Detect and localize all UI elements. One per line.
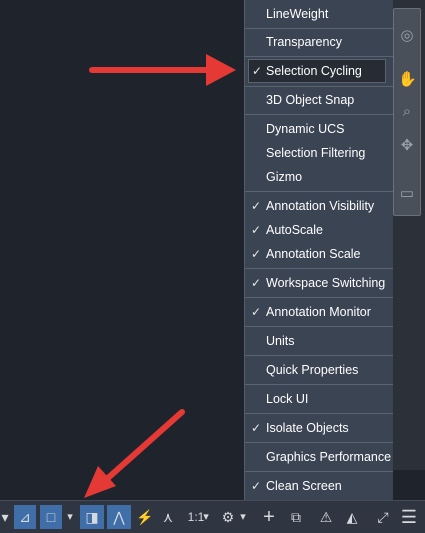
isometric-icon[interactable]: □ bbox=[40, 505, 62, 529]
arrow-to-selection-cycling bbox=[89, 54, 236, 86]
menu-separator bbox=[245, 86, 393, 87]
menu-item-clean-screen[interactable]: ✓ Clean Screen bbox=[245, 475, 393, 497]
chevron-down-icon[interactable]: ▾ bbox=[0, 505, 10, 529]
menu-separator bbox=[245, 471, 393, 472]
menu-item-annotation-visibility[interactable]: ✓ Annotation Visibility bbox=[245, 195, 393, 217]
check-icon: ✓ bbox=[251, 305, 262, 319]
clean-screen-icon[interactable]: ⤢ bbox=[371, 505, 395, 529]
menu-item-label: Lock UI bbox=[266, 392, 309, 406]
quick-properties-icon[interactable]: ⧉ bbox=[284, 505, 308, 529]
zoom-icon[interactable]: ⌕ bbox=[398, 103, 416, 121]
menu-item-graphics-performance[interactable]: Graphics Performance bbox=[245, 446, 393, 468]
menu-item-label: Clean Screen bbox=[266, 479, 342, 493]
check-icon: ✓ bbox=[252, 64, 263, 78]
menu-item-annotation-monitor[interactable]: ✓ Annotation Monitor bbox=[245, 301, 393, 323]
pan-icon[interactable]: ✋ bbox=[398, 71, 417, 89]
steering-wheel-icon[interactable]: ◎ bbox=[398, 27, 416, 45]
plus-icon[interactable]: + bbox=[257, 505, 281, 529]
menu-item-label: LineWeight bbox=[266, 7, 329, 21]
check-icon: ✓ bbox=[251, 247, 262, 261]
menu-separator bbox=[245, 413, 393, 414]
check-icon: ✓ bbox=[251, 199, 262, 213]
menu-item-transparency[interactable]: Transparency bbox=[245, 31, 393, 53]
orbit-icon[interactable]: ✥ bbox=[398, 137, 416, 155]
showmotion-icon[interactable]: ▭ bbox=[398, 185, 416, 203]
chevron-down-icon[interactable]: ▾ bbox=[201, 505, 211, 529]
menu-item-label: Graphics Performance bbox=[266, 450, 392, 464]
menu-item-label: Selection Filtering bbox=[266, 146, 366, 160]
check-icon: ✓ bbox=[251, 479, 262, 493]
menu-item-label: Units bbox=[266, 334, 295, 348]
menu-item-label: Annotation Monitor bbox=[266, 305, 371, 319]
menu-item-selection-filtering[interactable]: Selection Filtering bbox=[245, 142, 393, 164]
menu-item-isolate-objects[interactable]: ✓ Isolate Objects bbox=[245, 417, 393, 439]
check-icon: ✓ bbox=[251, 223, 262, 237]
menu-item-lock-ui[interactable]: Lock UI bbox=[245, 388, 393, 410]
menu-item-label: Transparency bbox=[266, 35, 342, 49]
autoscale-icon[interactable]: ⚡ bbox=[133, 505, 157, 529]
menu-item-label: Gizmo bbox=[266, 170, 303, 184]
menu-separator bbox=[245, 442, 393, 443]
menu-item-label: Quick Properties bbox=[266, 363, 359, 377]
menu-item-annotation-scale[interactable]: ✓ Annotation Scale bbox=[245, 243, 393, 265]
menu-item-label: Selection Cycling bbox=[266, 64, 362, 78]
menu-item-gizmo[interactable]: Gizmo bbox=[245, 166, 393, 188]
menu-separator bbox=[245, 191, 393, 192]
menu-item-label: AutoScale bbox=[266, 223, 323, 237]
status-bar: ▾ ⊿ □ ▾ ◨ ⋀ ⚡ ⋏ 1:1 ▾ ⚙ ▾ + ⧉ ⚠ ◭ ⤢ ☰ bbox=[0, 500, 425, 533]
menu-item-label: Annotation Scale bbox=[266, 247, 361, 261]
chevron-down-icon[interactable]: ▾ bbox=[64, 505, 76, 529]
isolate-icon[interactable]: ⚠ bbox=[314, 505, 338, 529]
annotation-visibility-icon[interactable]: ⋀ bbox=[107, 505, 131, 529]
menu-separator bbox=[245, 56, 393, 57]
ortho-icon[interactable]: ⊿ bbox=[14, 505, 36, 529]
menu-item-lineweight[interactable]: LineWeight bbox=[245, 3, 393, 25]
menu-separator bbox=[245, 355, 393, 356]
menu-separator bbox=[245, 326, 393, 327]
menu-item-label: 3D Object Snap bbox=[266, 93, 355, 107]
navigation-bar: ◎ ✋ ⌕ ✥ ▭ bbox=[393, 8, 421, 216]
chevron-down-icon[interactable]: ▾ bbox=[237, 505, 249, 529]
menu-separator bbox=[245, 297, 393, 298]
menu-separator bbox=[245, 268, 393, 269]
menu-item-3d-object-snap[interactable]: 3D Object Snap bbox=[245, 89, 393, 111]
hamburger-menu-icon[interactable]: ☰ bbox=[398, 505, 420, 529]
menu-item-label: Annotation Visibility bbox=[266, 199, 375, 213]
status-bar-customization-menu: LineWeight Transparency ✓ Selection Cycli… bbox=[244, 0, 393, 500]
menu-item-autoscale[interactable]: ✓ AutoScale bbox=[245, 219, 393, 241]
annotation-monitor-icon[interactable]: ◨ bbox=[80, 505, 104, 529]
menu-separator bbox=[245, 28, 393, 29]
check-icon: ✓ bbox=[251, 276, 262, 290]
menu-item-selection-cycling[interactable]: ✓ Selection Cycling bbox=[248, 59, 386, 83]
annotation-scale-icon[interactable]: ⋏ bbox=[157, 505, 179, 529]
menu-item-label: Isolate Objects bbox=[266, 421, 349, 435]
menu-item-workspace-switching[interactable]: ✓ Workspace Switching bbox=[245, 272, 393, 294]
menu-separator bbox=[245, 114, 393, 115]
menu-item-label: Workspace Switching bbox=[266, 276, 386, 290]
menu-item-units[interactable]: Units bbox=[245, 330, 393, 352]
menu-item-label: Dynamic UCS bbox=[266, 122, 345, 136]
menu-item-dynamic-ucs[interactable]: Dynamic UCS bbox=[245, 118, 393, 140]
graphics-performance-icon[interactable]: ◭ bbox=[340, 505, 364, 529]
menu-separator bbox=[245, 384, 393, 385]
check-icon: ✓ bbox=[251, 421, 262, 435]
arrow-to-annotation-monitor-button bbox=[84, 409, 185, 498]
menu-item-quick-properties[interactable]: Quick Properties bbox=[245, 359, 393, 381]
